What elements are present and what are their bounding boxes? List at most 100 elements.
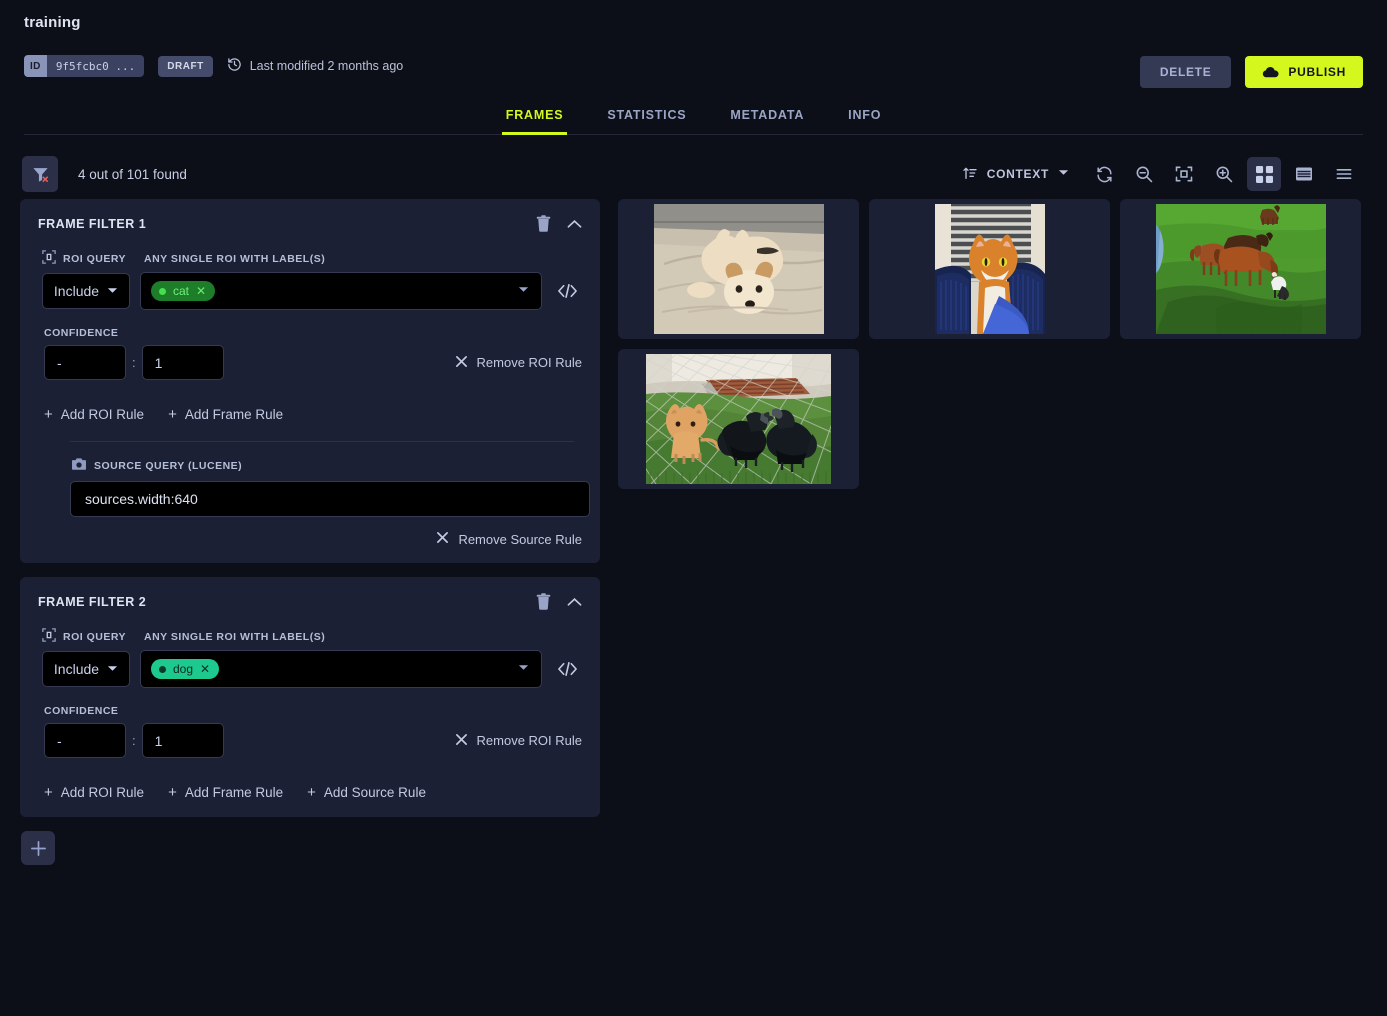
last-modified: Last modified 2 months ago bbox=[227, 57, 403, 75]
delete-filter-icon[interactable] bbox=[536, 215, 551, 232]
add-rule-links: + Add ROI Rule + Add Frame Rule bbox=[44, 406, 582, 423]
label-multiselect[interactable]: cat ✕ bbox=[140, 272, 542, 310]
tab-metadata[interactable]: METADATA bbox=[708, 98, 826, 134]
page-title: training bbox=[24, 14, 81, 31]
frames-toolbar: 4 out of 101 found CONTEXT bbox=[0, 135, 1387, 192]
header-actions: DELETE PUBLISH bbox=[1139, 56, 1363, 88]
query-field-labels: ROI QUERY ANY SINGLE ROI WITH LABEL(S) bbox=[34, 628, 582, 645]
history-icon bbox=[227, 57, 242, 75]
zoom-out-icon[interactable] bbox=[1127, 157, 1161, 191]
label-chip-dog[interactable]: dog ✕ bbox=[151, 659, 220, 679]
frame-tile[interactable] bbox=[618, 199, 859, 339]
add-frame-rule-button[interactable]: + Add Frame Rule bbox=[168, 406, 283, 423]
add-frame-rule-label: Add Frame Rule bbox=[184, 407, 284, 422]
source-query-label: SOURCE QUERY (LUCENE) bbox=[94, 460, 243, 472]
id-badge[interactable]: ID 9f5fcbc0 ... bbox=[24, 55, 145, 77]
label-chip-cat[interactable]: cat ✕ bbox=[151, 281, 216, 301]
id-badge-value: 9f5fcbc0 ... bbox=[46, 55, 145, 77]
publish-button[interactable]: PUBLISH bbox=[1245, 56, 1363, 88]
source-query-input[interactable] bbox=[70, 481, 590, 517]
sort-context-dropdown[interactable]: CONTEXT bbox=[962, 165, 1069, 184]
roi-query-label-group: ROI QUERY bbox=[42, 628, 134, 645]
code-view-icon[interactable] bbox=[552, 283, 582, 299]
collapse-chevron-up-icon[interactable] bbox=[567, 597, 582, 607]
frame-filter-panel-2: FRAME FILTER 2 ROI QUERY ANY SINGLE ROI … bbox=[20, 577, 600, 817]
remove-source-rule-button[interactable]: Remove Source Rule bbox=[34, 531, 582, 547]
sort-context-label: CONTEXT bbox=[986, 167, 1049, 181]
add-source-rule-label: Add Source Rule bbox=[323, 785, 426, 800]
chevron-down-icon bbox=[107, 283, 118, 299]
chip-color-dot bbox=[159, 665, 166, 673]
close-icon bbox=[455, 355, 468, 371]
confidence-max-input[interactable] bbox=[141, 345, 224, 380]
add-frame-rule-label: Add Frame Rule bbox=[184, 785, 284, 800]
tab-statistics[interactable]: STATISTICS bbox=[585, 98, 708, 134]
source-query-label-group: SOURCE QUERY (LUCENE) bbox=[72, 458, 582, 474]
add-source-rule-button[interactable]: + Add Source Rule bbox=[307, 784, 426, 801]
confidence-label: CONFIDENCE bbox=[44, 327, 119, 339]
label-multiselect[interactable]: dog ✕ bbox=[140, 650, 542, 688]
collapse-chevron-up-icon[interactable] bbox=[567, 219, 582, 229]
chip-color-dot bbox=[159, 287, 166, 295]
delete-filter-icon[interactable] bbox=[536, 593, 551, 610]
clear-filter-button[interactable] bbox=[22, 156, 58, 192]
confidence-min-input[interactable] bbox=[44, 345, 126, 380]
frame-thumbnail-cat-couch bbox=[934, 204, 1045, 334]
filters-column: FRAME FILTER 1 ROI QUERY ANY SINGLE ROI … bbox=[0, 199, 600, 981]
plus-icon: + bbox=[307, 784, 316, 801]
frame-thumbnail-puppy bbox=[653, 204, 824, 334]
remove-roi-rule-button[interactable]: Remove ROI Rule bbox=[455, 355, 582, 371]
roi-query-row: Include cat ✕ bbox=[34, 272, 582, 310]
page-header: training ID 9f5fcbc0 ... DRAFT Last modi… bbox=[0, 0, 1387, 135]
chevron-down-icon bbox=[518, 282, 529, 300]
confidence-min-input[interactable] bbox=[44, 723, 126, 758]
publish-label: PUBLISH bbox=[1288, 65, 1346, 79]
include-exclude-select[interactable]: Include bbox=[42, 651, 130, 687]
chip-label: cat bbox=[173, 284, 190, 298]
grid-view-icon[interactable] bbox=[1247, 157, 1281, 191]
list-view-icon[interactable] bbox=[1287, 157, 1321, 191]
refresh-icon[interactable] bbox=[1087, 157, 1121, 191]
confidence-separator: : bbox=[132, 733, 136, 748]
results-count: 4 out of 101 found bbox=[78, 166, 187, 182]
include-value: Include bbox=[53, 661, 100, 677]
frame-tile[interactable] bbox=[1120, 199, 1361, 339]
delete-button[interactable]: DELETE bbox=[1139, 56, 1232, 88]
frames-grid-column bbox=[600, 199, 1387, 981]
fit-to-screen-icon[interactable] bbox=[1167, 157, 1201, 191]
include-value: Include bbox=[53, 283, 100, 299]
toolbar-left: 4 out of 101 found bbox=[22, 156, 187, 192]
frame-tile[interactable] bbox=[618, 349, 859, 489]
add-roi-rule-label: Add ROI Rule bbox=[60, 785, 145, 800]
add-roi-rule-button[interactable]: + Add ROI Rule bbox=[44, 784, 144, 801]
chip-remove-icon[interactable]: ✕ bbox=[200, 662, 210, 676]
add-frame-filter-button[interactable] bbox=[21, 831, 55, 865]
plus-icon: + bbox=[44, 784, 53, 801]
remove-roi-rule-button[interactable]: Remove ROI Rule bbox=[455, 733, 582, 749]
tab-info[interactable]: INFO bbox=[826, 98, 903, 134]
code-view-icon[interactable] bbox=[552, 661, 582, 677]
query-field-labels: ROI QUERY ANY SINGLE ROI WITH LABEL(S) bbox=[34, 250, 582, 267]
menu-icon[interactable] bbox=[1327, 157, 1361, 191]
chevron-down-icon bbox=[107, 661, 118, 677]
tab-frames[interactable]: FRAMES bbox=[484, 98, 586, 135]
add-roi-rule-button[interactable]: + Add ROI Rule bbox=[44, 406, 144, 423]
confidence-label: CONFIDENCE bbox=[44, 705, 119, 717]
plus-icon: + bbox=[44, 406, 53, 423]
camera-icon bbox=[72, 458, 86, 474]
roi-query-label-group: ROI QUERY bbox=[42, 250, 134, 267]
confidence-max-input[interactable] bbox=[141, 723, 224, 758]
panel-header: FRAME FILTER 1 bbox=[34, 215, 582, 232]
include-exclude-select[interactable]: Include bbox=[42, 273, 130, 309]
chip-remove-icon[interactable]: ✕ bbox=[196, 284, 206, 298]
chip-label: dog bbox=[173, 662, 194, 676]
close-icon bbox=[455, 733, 468, 749]
zoom-in-icon[interactable] bbox=[1207, 157, 1241, 191]
remove-roi-rule-label: Remove ROI Rule bbox=[476, 355, 582, 370]
confidence-row: : Remove ROI Rule bbox=[34, 723, 582, 758]
add-frame-rule-button[interactable]: + Add Frame Rule bbox=[168, 784, 283, 801]
label-select-label: ANY SINGLE ROI WITH LABEL(S) bbox=[144, 630, 326, 643]
add-roi-rule-label: Add ROI Rule bbox=[60, 407, 145, 422]
frames-grid bbox=[618, 199, 1365, 489]
frame-tile[interactable] bbox=[869, 199, 1110, 339]
